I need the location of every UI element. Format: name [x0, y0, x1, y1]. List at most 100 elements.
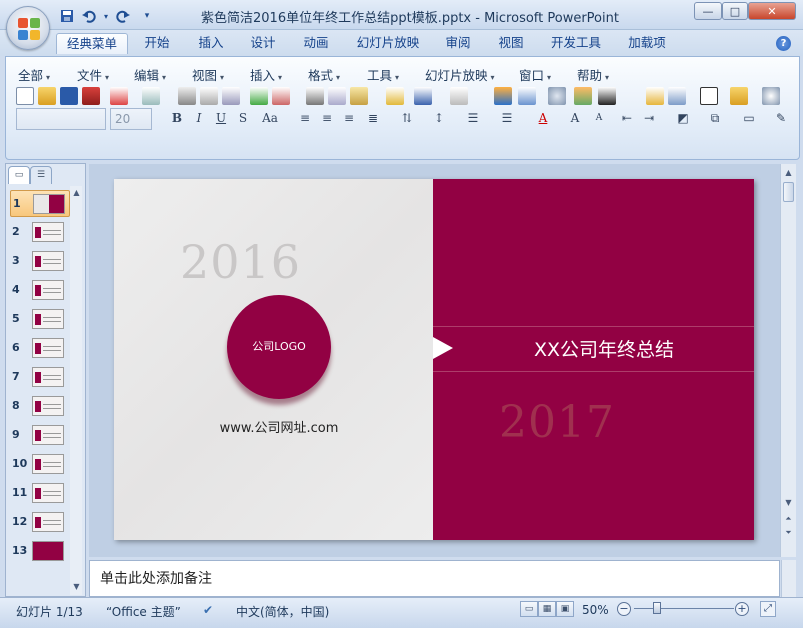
notes-scrollbar[interactable]: [781, 560, 796, 597]
slide-scrollbar[interactable]: ▲ ▼ ⏶ ⏷: [780, 164, 796, 557]
slide-thumbnail[interactable]: 13: [10, 538, 70, 565]
zoom-in-icon[interactable]: +: [735, 602, 749, 616]
font-name-field[interactable]: [16, 108, 106, 130]
menu-edit[interactable]: 编辑 ▾: [134, 65, 166, 84]
slide-sorter-icon[interactable]: ▦: [538, 601, 556, 617]
permission-icon[interactable]: [110, 87, 128, 105]
redo-icon[interactable]: [114, 7, 132, 25]
text-direction-icon[interactable]: ⇅: [398, 109, 416, 127]
undo-icon[interactable]: [414, 87, 432, 105]
scroll-thumb[interactable]: [783, 182, 794, 202]
font-color-icon[interactable]: A: [534, 109, 552, 127]
save-icon[interactable]: [60, 87, 78, 105]
slide-thumbnail[interactable]: 11: [10, 480, 70, 507]
open-icon[interactable]: [38, 87, 56, 105]
tab-view[interactable]: 视图: [489, 33, 533, 54]
save-icon[interactable]: [58, 7, 76, 25]
grow-font-icon[interactable]: A: [566, 109, 584, 127]
tab-addins[interactable]: 加载项: [620, 33, 674, 54]
change-case-button[interactable]: Aa: [258, 109, 282, 127]
tab-home[interactable]: 开始: [135, 33, 179, 54]
tab-insert[interactable]: 插入: [189, 33, 233, 54]
fit-to-window-icon[interactable]: ⤢: [760, 601, 776, 617]
current-slide[interactable]: 2016 2017 公司LOGO www.公司网址.com XX公司年终总结: [114, 179, 754, 540]
new-slide-icon[interactable]: [646, 87, 664, 105]
hyperlink-icon[interactable]: [548, 87, 566, 105]
table-icon[interactable]: [518, 87, 536, 105]
slide-thumbnail[interactable]: 9: [10, 422, 70, 449]
office-button[interactable]: [6, 6, 50, 50]
scroll-up-icon[interactable]: ▲: [782, 166, 795, 180]
copy-icon[interactable]: [328, 87, 346, 105]
print-preview-icon[interactable]: [200, 87, 218, 105]
zoom-level[interactable]: 50%: [582, 603, 609, 617]
align-right-icon[interactable]: ≡: [340, 109, 358, 127]
slides-tab-icon[interactable]: ▭: [8, 166, 30, 184]
scroll-up-icon[interactable]: ▲: [70, 186, 83, 200]
help-icon[interactable]: ?: [776, 36, 791, 51]
clipart-icon[interactable]: [574, 87, 592, 105]
maximize-button[interactable]: □: [722, 2, 748, 20]
company-logo-placeholder[interactable]: 公司LOGO: [227, 295, 331, 399]
menu-window[interactable]: 窗口 ▾: [519, 65, 551, 84]
language-indicator[interactable]: 中文(简体，中国): [236, 603, 329, 620]
italic-button[interactable]: I: [190, 109, 208, 127]
shape-outline-icon[interactable]: ✎: [772, 109, 790, 127]
zoom-slider-thumb[interactable]: [653, 602, 661, 614]
menu-all[interactable]: 全部 ▾: [18, 65, 50, 84]
menu-help[interactable]: 帮助 ▾: [577, 65, 609, 84]
menu-view[interactable]: 视图 ▾: [192, 65, 224, 84]
tab-review[interactable]: 审阅: [436, 33, 480, 54]
decrease-indent-icon[interactable]: ⇤: [618, 109, 636, 127]
bullets-icon[interactable]: ☰: [498, 109, 516, 127]
underline-button[interactable]: U: [212, 109, 230, 127]
tab-animation[interactable]: 动画: [294, 33, 338, 54]
menu-file[interactable]: 文件 ▾: [77, 65, 109, 84]
shapes-icon[interactable]: ◩: [674, 109, 692, 127]
tab-classic-menu[interactable]: 经典菜单: [56, 33, 128, 54]
slide-thumbnail[interactable]: 1: [10, 190, 70, 217]
menu-tools[interactable]: 工具 ▾: [367, 65, 399, 84]
zoom-out-icon[interactable]: −: [617, 602, 631, 616]
format-painter-icon[interactable]: [386, 87, 404, 105]
slide-thumbnail[interactable]: 10: [10, 451, 70, 478]
color-scheme-icon[interactable]: [598, 87, 616, 105]
tab-design[interactable]: 设计: [241, 33, 285, 54]
slides-pane-scrollbar[interactable]: ▲ ▼: [70, 186, 82, 595]
normal-view-icon[interactable]: ▭: [520, 601, 538, 617]
bold-button[interactable]: B: [168, 109, 186, 127]
slide-thumbnail[interactable]: 5: [10, 306, 70, 333]
align-left-icon[interactable]: ≡: [296, 109, 314, 127]
tab-developer[interactable]: 开发工具: [543, 33, 609, 54]
paste-icon[interactable]: [350, 87, 368, 105]
slide-thumbnail[interactable]: 7: [10, 364, 70, 391]
slide-title[interactable]: XX公司年终总结: [454, 335, 754, 362]
tab-slideshow[interactable]: 幻灯片放映: [350, 33, 426, 54]
minimize-button[interactable]: —: [694, 2, 722, 20]
slide-thumbnail[interactable]: 4: [10, 277, 70, 304]
arrange-icon[interactable]: ⧉: [706, 109, 724, 127]
layout-icon[interactable]: [668, 87, 686, 105]
slideshow-view-icon[interactable]: ▣: [556, 601, 574, 617]
spelling-icon[interactable]: [250, 87, 268, 105]
folder-icon[interactable]: [730, 87, 748, 105]
previous-slide-icon[interactable]: ⏶: [782, 512, 795, 526]
scroll-down-icon[interactable]: ▼: [70, 580, 83, 594]
send-icon[interactable]: [142, 87, 160, 105]
menu-slideshow[interactable]: 幻灯片放映 ▾: [425, 65, 495, 84]
website-text[interactable]: www.公司网址.com: [204, 417, 354, 436]
menu-insert[interactable]: 插入 ▾: [250, 65, 282, 84]
shrink-font-icon[interactable]: A: [590, 109, 608, 127]
justify-icon[interactable]: ≣: [364, 109, 382, 127]
redo-icon[interactable]: [450, 87, 468, 105]
line-spacing-icon[interactable]: ↕: [430, 109, 448, 127]
align-center-icon[interactable]: ≡: [318, 109, 336, 127]
font-size-field[interactable]: 20: [110, 108, 152, 130]
spell-check-icon[interactable]: ✔: [203, 603, 213, 617]
print-icon[interactable]: [178, 87, 196, 105]
chart-icon[interactable]: [494, 87, 512, 105]
menu-format[interactable]: 格式 ▾: [308, 65, 340, 84]
outline-tab-icon[interactable]: ☰: [30, 166, 52, 184]
new-icon[interactable]: [16, 87, 34, 105]
slide-thumbnail[interactable]: 8: [10, 393, 70, 420]
